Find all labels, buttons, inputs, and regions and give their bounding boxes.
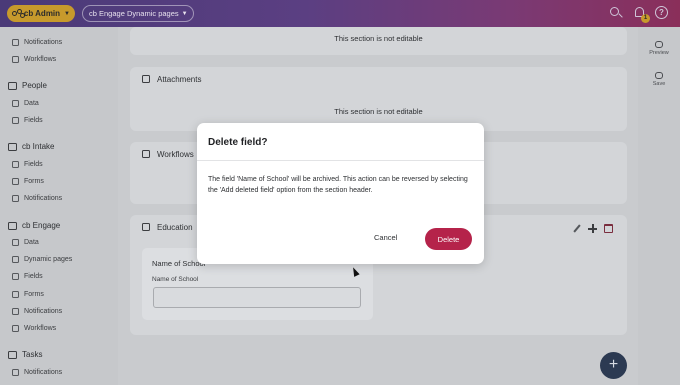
bell-icon — [12, 369, 19, 376]
sidebar-item-intake-forms[interactable]: Forms — [12, 178, 44, 185]
sidebar-item-label: Notifications — [24, 195, 63, 202]
sidebar-item-label: Forms — [24, 291, 44, 298]
fields-icon — [12, 161, 19, 168]
preview-button[interactable]: Preview — [638, 41, 680, 56]
tasks-icon — [8, 350, 17, 359]
sidebar-group-label: cb Engage — [22, 221, 61, 230]
cb-logo-icon — [12, 8, 25, 19]
not-editable-note: This section is not editable — [334, 107, 423, 116]
school-icon — [142, 223, 150, 231]
sidebar-item-engage-forms[interactable]: Forms — [12, 291, 44, 298]
workflow-icon — [12, 56, 19, 63]
sidebar-item-label: Dynamic pages — [24, 256, 73, 263]
paperclip-icon — [142, 75, 150, 83]
sidebar-item-label: Data — [24, 100, 39, 107]
save-button[interactable]: Save — [638, 72, 680, 87]
cancel-button[interactable]: Cancel — [374, 233, 397, 242]
sidebar-item-label: Data — [24, 239, 39, 246]
bell-icon — [12, 39, 19, 46]
engage-icon — [8, 221, 17, 230]
sidebar-item-people-data[interactable]: Data — [12, 100, 39, 107]
app-selector-label: cb Engage Dynamic pages — [89, 9, 179, 18]
eye-icon — [655, 41, 663, 48]
sidebar-item-engage-workflows[interactable]: Workflows — [12, 325, 56, 332]
chevron-down-icon: ▼ — [181, 10, 188, 17]
chevron-down-icon: ▼ — [64, 10, 70, 17]
pages-icon — [12, 256, 19, 263]
section-title: Attachments — [157, 75, 202, 84]
help-icon[interactable]: ? — [655, 6, 668, 19]
preview-label: Preview — [649, 50, 669, 56]
sidebar-item-engage-data[interactable]: Data — [12, 239, 39, 246]
search-icon[interactable] — [609, 6, 623, 20]
sidebar-group-cb-intake[interactable]: cb Intake — [8, 142, 54, 151]
section-title: Workflows — [157, 150, 194, 159]
sidebar-group-label: People — [22, 81, 47, 90]
trash-icon[interactable] — [604, 224, 613, 233]
dialog-divider — [197, 160, 484, 161]
app-selector[interactable]: cb Engage Dynamic pages ▼ — [82, 5, 194, 22]
section-card-attachments: Attachments This section is not editable — [130, 67, 627, 131]
sidebar-item-engage-notifications[interactable]: Notifications — [12, 308, 62, 315]
plus-icon[interactable] — [588, 224, 597, 233]
save-label: Save — [652, 81, 666, 87]
forms-icon — [12, 291, 19, 298]
sidebar-item-engage-fields[interactable]: Fields — [12, 273, 43, 280]
data-icon — [12, 100, 19, 107]
sidebar: Notifications Workflows People Data Fiel… — [0, 27, 118, 385]
top-bar: cb Admin ▼ cb Engage Dynamic pages ▼ 1 ? — [0, 0, 680, 27]
right-rail: Preview Save — [638, 27, 680, 385]
sidebar-item-label: Workflows — [24, 325, 57, 332]
sidebar-item-label: Fields — [24, 273, 43, 280]
fields-icon — [12, 117, 19, 124]
dialog-title: Delete field? — [208, 137, 268, 148]
section-actions — [572, 224, 613, 233]
intake-icon — [8, 142, 17, 151]
sidebar-item-people-fields[interactable]: Fields — [12, 117, 43, 124]
sidebar-group-cb-engage[interactable]: cb Engage — [8, 221, 60, 230]
section-card-top: This section is not editable — [130, 27, 627, 55]
people-icon — [8, 81, 17, 90]
sidebar-item-label: Notifications — [24, 39, 63, 46]
brand-label: cb Admin — [23, 9, 61, 18]
add-fab-button[interactable]: + — [600, 352, 627, 379]
workflow-icon — [142, 150, 150, 158]
notifications-bell-icon[interactable]: 1 — [633, 6, 650, 23]
bell-icon — [12, 308, 19, 315]
forms-icon — [12, 178, 19, 185]
sidebar-item-label: Forms — [24, 178, 44, 185]
dialog-message: The field 'Name of School' will be archi… — [208, 176, 468, 194]
sidebar-item-tasks-notifications[interactable]: Notifications — [12, 369, 62, 376]
delete-button[interactable]: Delete — [425, 228, 472, 250]
fields-icon — [12, 273, 19, 280]
sidebar-item-intake-fields[interactable]: Fields — [12, 161, 43, 168]
field-label: Name of School — [152, 276, 199, 283]
sidebar-item-engage-dynamic-pages[interactable]: Dynamic pages — [12, 256, 72, 263]
sidebar-group-label: cb Intake — [22, 142, 55, 151]
brand-switcher[interactable]: cb Admin ▼ — [7, 5, 75, 22]
sidebar-group-people[interactable]: People — [8, 81, 47, 90]
name-of-school-input[interactable] — [153, 287, 361, 308]
sidebar-group-label: Tasks — [22, 350, 43, 359]
pencil-icon[interactable] — [572, 224, 581, 233]
sidebar-item-workflows[interactable]: Workflows — [12, 56, 56, 63]
workflow-icon — [12, 325, 19, 332]
sidebar-item-label: Notifications — [24, 308, 63, 315]
save-icon — [655, 72, 663, 79]
sidebar-item-label: Fields — [24, 161, 43, 168]
sidebar-group-tasks[interactable]: Tasks — [8, 350, 42, 359]
sidebar-item-notifications[interactable]: Notifications — [12, 39, 62, 46]
sidebar-item-label: Workflows — [24, 56, 57, 63]
bell-icon — [12, 195, 19, 202]
section-title: Education — [157, 223, 193, 232]
data-icon — [12, 239, 19, 246]
sidebar-item-label: Fields — [24, 117, 43, 124]
sidebar-item-intake-notifications[interactable]: Notifications — [12, 195, 62, 202]
not-editable-note: This section is not editable — [334, 34, 423, 43]
notification-count-badge: 1 — [641, 14, 650, 23]
delete-field-dialog: Delete field? The field 'Name of School'… — [197, 123, 484, 264]
sidebar-item-label: Notifications — [24, 369, 63, 376]
